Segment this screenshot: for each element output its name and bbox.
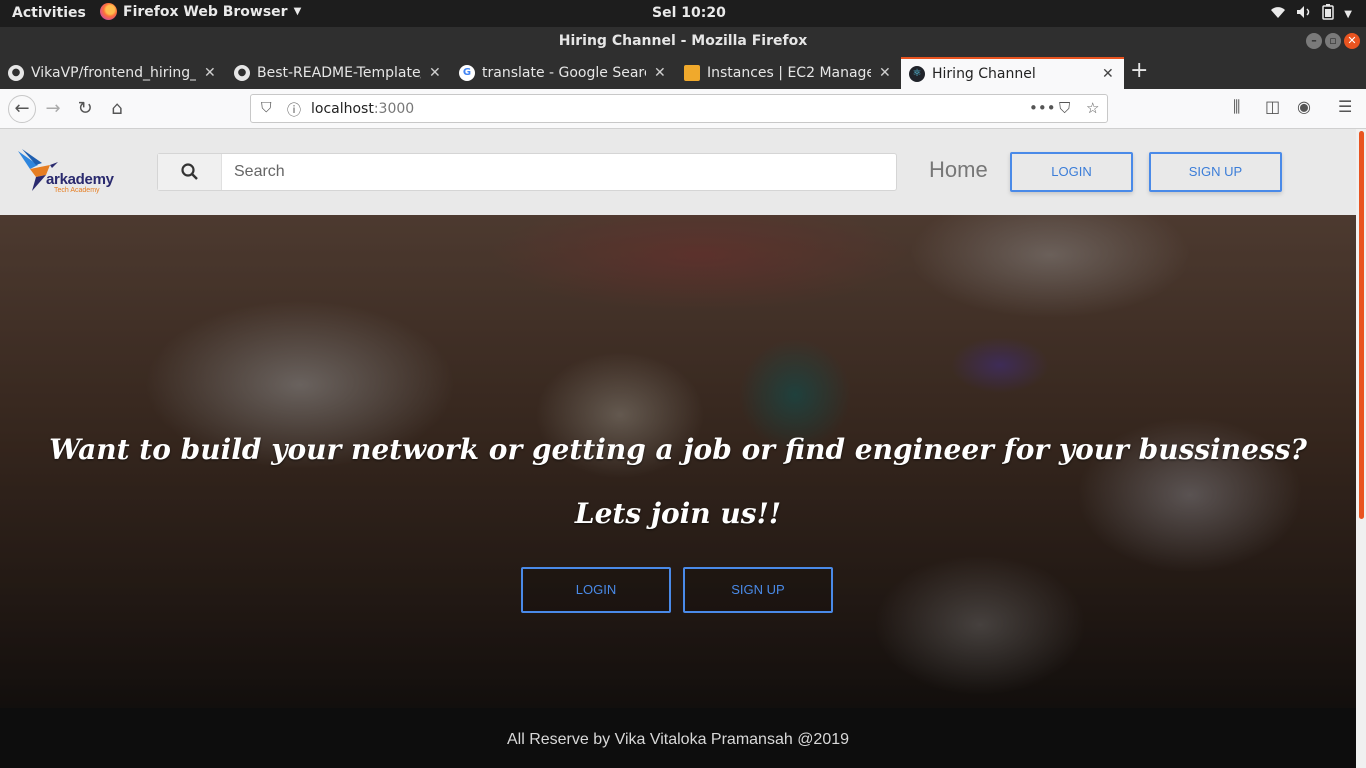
header-login-button[interactable]: LOGIN [1010,152,1133,192]
github-icon: ● [8,65,24,81]
footer-text: All Reserve by Vika Vitaloka Pramansah @… [506,731,850,748]
battery-icon [1322,4,1335,24]
close-tab-icon[interactable]: ✕ [654,65,668,81]
activities-button[interactable]: Activities [12,5,86,21]
url-text[interactable]: localhost:3000 [311,101,414,117]
google-icon: G [459,65,475,81]
window-controls: – ▫ ✕ [1306,33,1360,49]
search-input[interactable] [224,154,894,190]
aws-icon [684,65,700,81]
hero-section: Want to build your network or getting a … [0,215,1356,708]
scrollbar-thumb[interactable] [1359,131,1364,519]
hero-title: Want to build your network or getting a … [49,433,1307,466]
header-signup-button[interactable]: SIGN UP [1149,152,1282,192]
clock[interactable]: Sel 10:20 [652,5,726,21]
site-header: arkademy Tech Academy Home LOGIN SIGN UP [0,129,1356,215]
github-icon: ● [234,65,250,81]
volume-icon [1296,5,1312,23]
back-icon[interactable]: ← [8,95,36,123]
close-tab-icon[interactable]: ✕ [879,65,893,81]
app-menu[interactable]: Firefox Web Browser ▼ [100,3,301,20]
url-bar[interactable]: ⛉ ⓘ localhost:3000 ••• ⛉ ☆ [250,94,1108,123]
search-bar [157,153,897,191]
site-footer: All Reserve by Vika Vitaloka Pramansah @… [0,708,1356,768]
tab-hiring-channel[interactable]: ⚛ Hiring Channel ✕ [901,57,1124,89]
tab-label: VikaVP/frontend_hiring_ [31,65,196,81]
hero-login-button[interactable]: LOGIN [521,567,671,613]
home-icon[interactable]: ⌂ [105,97,129,121]
logo-text: arkademy [46,171,114,188]
logo-subtitle: Tech Academy [54,187,100,194]
tab-label: Hiring Channel [932,66,1036,82]
hero-subtitle: Lets join us!! [574,497,782,530]
home-link[interactable]: Home [929,157,988,183]
tab-label: Best-README-Template/ [257,65,421,81]
chevron-down-icon: ▼ [1344,8,1352,20]
close-tab-icon[interactable]: ✕ [1102,66,1116,82]
bookmark-star-icon[interactable]: ☆ [1086,99,1099,117]
tab-ec2-instances[interactable]: Instances | EC2 Managem ✕ [676,57,901,89]
close-tab-icon[interactable]: ✕ [429,65,443,81]
wifi-icon [1270,5,1286,23]
reload-icon[interactable]: ↻ [73,97,97,121]
react-icon: ⚛ [909,66,925,82]
navigation-toolbar: ← → ↻ ⌂ ⛉ ⓘ localhost:3000 ••• ⛉ ☆ ⫼ ◫ ◉… [0,89,1366,129]
firefox-icon [100,3,117,20]
window-title: Hiring Channel - Mozilla Firefox [558,33,808,49]
search-icon[interactable] [158,154,222,190]
hamburger-menu-icon[interactable]: ☰ [1338,97,1352,116]
window-title-bar: Hiring Channel - Mozilla Firefox – ▫ ✕ [0,27,1366,55]
system-tray[interactable]: ▼ [1270,4,1352,24]
tab-frontend-hiring[interactable]: ● VikaVP/frontend_hiring_ ✕ [0,57,226,89]
forward-icon[interactable]: → [41,97,65,121]
tab-label: Instances | EC2 Managem [707,65,871,81]
close-window-button[interactable]: ✕ [1344,33,1360,49]
tab-bar: ● VikaVP/frontend_hiring_ ✕ ● Best-READM… [0,55,1366,89]
site-info-icon[interactable]: ⓘ [287,100,301,120]
system-top-bar: Activities Firefox Web Browser ▼ Sel 10:… [0,0,1366,27]
pocket-icon[interactable]: ⛉ [1059,99,1070,117]
tracking-shield-icon[interactable]: ⛉ [261,100,272,116]
new-tab-icon[interactable]: + [1130,58,1148,83]
account-icon[interactable]: ◉ [1297,97,1311,116]
minimize-button[interactable]: – [1306,33,1322,49]
hero-signup-button[interactable]: SIGN UP [683,567,833,613]
maximize-button[interactable]: ▫ [1325,33,1341,49]
page-actions-icon[interactable]: ••• [1029,99,1056,117]
tab-google-translate[interactable]: G translate - Google Search ✕ [451,57,676,89]
close-tab-icon[interactable]: ✕ [204,65,218,81]
app-menu-label: Firefox Web Browser [123,3,288,20]
arkademy-logo[interactable]: arkademy Tech Academy [16,147,131,197]
sidebar-icon[interactable]: ◫ [1265,97,1280,116]
web-page: arkademy Tech Academy Home LOGIN SIGN UP… [0,129,1356,768]
chevron-down-icon: ▼ [293,6,302,17]
page-scrollbar[interactable] [1356,129,1366,768]
library-icon[interactable]: ⫼ [1233,97,1240,117]
tab-readme-template[interactable]: ● Best-README-Template/ ✕ [226,57,451,89]
tab-label: translate - Google Search [482,65,646,81]
